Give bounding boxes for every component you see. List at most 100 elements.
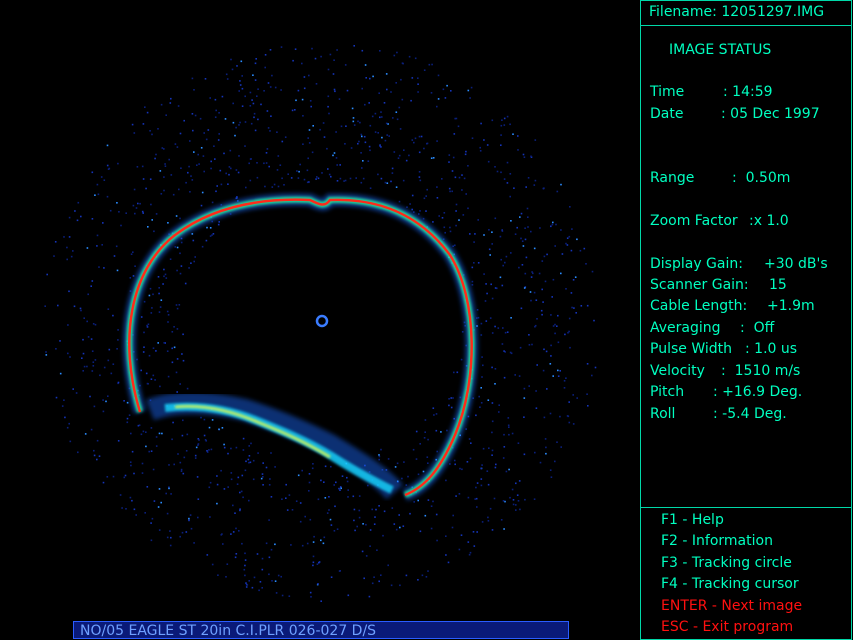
noise-dot	[209, 97, 211, 99]
noise-dot	[81, 357, 83, 359]
roll-value: -5.4 Deg.	[722, 406, 787, 422]
noise-dot	[303, 178, 306, 181]
noise-dot	[427, 570, 429, 572]
noise-dot	[260, 103, 262, 106]
noise-dot	[378, 455, 381, 458]
noise-dot	[252, 102, 255, 105]
noise-dot	[398, 154, 401, 157]
noise-dot	[524, 227, 526, 229]
noise-dot	[310, 596, 312, 598]
noise-dot	[66, 426, 69, 429]
noise-dot	[239, 508, 241, 510]
noise-dot	[196, 476, 199, 478]
noise-dot	[250, 158, 252, 160]
noise-dot	[179, 272, 182, 275]
date-value: 05 Dec 1997	[730, 106, 820, 122]
noise-dot	[107, 168, 110, 170]
noise-dot	[182, 333, 184, 336]
key-help[interactable]: F1 - Help	[661, 511, 724, 529]
noise-dot	[194, 114, 197, 117]
noise-dot	[500, 144, 502, 146]
noise-dot	[463, 177, 466, 180]
noise-dot	[91, 280, 94, 282]
noise-dot	[190, 175, 192, 177]
noise-dot	[312, 125, 314, 127]
noise-dot	[230, 478, 233, 481]
noise-dot	[437, 98, 440, 100]
noise-dot	[362, 177, 365, 180]
noise-dot	[150, 427, 153, 429]
noise-dot	[444, 231, 446, 234]
noise-dot	[209, 235, 212, 237]
status-row-zoom: Zoom Factor :x 1.0	[650, 213, 789, 229]
key-tracking-cursor[interactable]: F4 - Tracking cursor	[661, 575, 799, 593]
noise-dot	[192, 239, 195, 242]
noise-dot	[87, 293, 89, 296]
noise-dot	[205, 138, 208, 141]
noise-dot	[525, 186, 527, 188]
noise-dot	[473, 262, 475, 264]
key-tracking-circle[interactable]: F3 - Tracking circle	[661, 554, 792, 572]
noise-dot	[216, 185, 218, 187]
noise-dot	[157, 276, 160, 278]
noise-dot	[413, 141, 415, 144]
noise-dot	[175, 215, 178, 217]
noise-dot	[534, 325, 536, 328]
noise-dot	[252, 478, 255, 481]
noise-dot	[92, 323, 95, 325]
noise-dot	[239, 80, 241, 82]
noise-dot	[206, 554, 209, 556]
noise-dot	[268, 484, 271, 486]
noise-dot	[365, 77, 367, 79]
noise-dot	[583, 247, 586, 250]
noise-dot	[179, 252, 181, 255]
noise-dot	[511, 488, 514, 491]
noise-dot	[412, 448, 415, 451]
noise-dot	[523, 287, 526, 289]
noise-dot	[67, 352, 69, 355]
noise-dot	[319, 128, 321, 131]
noise-dot	[91, 370, 94, 372]
noise-dot	[137, 202, 139, 205]
noise-dot	[244, 564, 246, 567]
noise-dot	[533, 184, 536, 186]
key-next-image[interactable]: ENTER - Next image	[661, 597, 802, 615]
noise-dot	[328, 496, 330, 498]
key-exit-program[interactable]: ESC - Exit program	[661, 618, 793, 636]
noise-dot	[244, 145, 246, 147]
noise-dot	[556, 441, 558, 443]
noise-dot	[106, 476, 109, 478]
noise-dot	[408, 55, 411, 58]
status-row-pitch: Pitch : +16.9 Deg.	[650, 384, 803, 400]
noise-dot	[259, 581, 262, 583]
noise-dot	[520, 237, 522, 240]
noise-dot	[436, 539, 438, 542]
noise-dot	[100, 176, 103, 178]
noise-dot	[321, 172, 323, 174]
noise-dot	[344, 179, 347, 182]
noise-dot	[380, 574, 382, 576]
noise-dot	[254, 62, 257, 65]
noise-dot	[179, 132, 182, 135]
noise-dot	[410, 99, 412, 102]
key-information[interactable]: F2 - Information	[661, 532, 773, 550]
noise-dot	[213, 145, 215, 147]
noise-dot	[203, 434, 206, 437]
noise-dot	[171, 331, 174, 333]
noise-dot	[554, 245, 556, 247]
noise-dot	[483, 139, 485, 141]
noise-dot	[512, 133, 514, 135]
noise-dot	[352, 120, 355, 123]
noise-dot	[471, 280, 474, 283]
noise-dot	[188, 517, 190, 520]
noise-dot	[486, 470, 489, 472]
noise-dot	[120, 224, 122, 227]
noise-dot	[134, 212, 136, 215]
noise-dot	[349, 177, 352, 180]
noise-dot	[510, 317, 512, 319]
noise-dot	[369, 149, 371, 152]
noise-dot	[203, 170, 205, 173]
noise-dot	[566, 244, 569, 246]
noise-dot	[489, 507, 492, 510]
noise-dot	[133, 472, 135, 475]
